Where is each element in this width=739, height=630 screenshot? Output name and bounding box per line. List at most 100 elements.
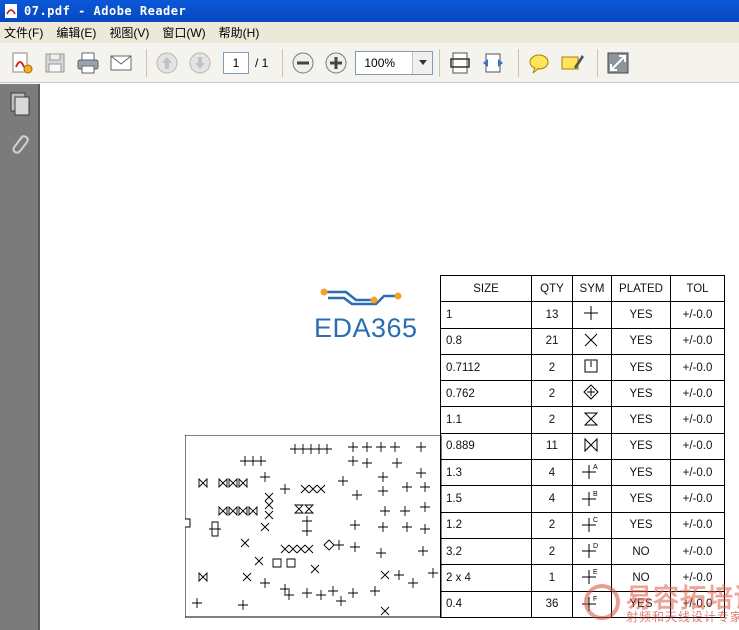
- next-page-button[interactable]: [186, 49, 214, 77]
- navigation-sidebar: [0, 84, 40, 630]
- comment-button[interactable]: [525, 49, 553, 77]
- drill-mark: [300, 484, 310, 494]
- table-row: 0.762 2 YES +/-0.0: [440, 380, 725, 408]
- cell-size: 1: [440, 301, 532, 329]
- menu-edit[interactable]: 编辑(E): [56, 24, 96, 41]
- cell-tol: +/-0.0: [670, 485, 725, 513]
- table-header-row: SIZE QTY SYM PLATED TOL: [440, 274, 725, 303]
- drill-mark: [248, 505, 258, 517]
- drill-mark: [378, 472, 388, 482]
- cell-sym-plus-B-icon: B: [572, 485, 612, 513]
- drill-mark: [296, 544, 306, 554]
- envelope-icon: [110, 55, 132, 70]
- drill-mark: [380, 570, 390, 580]
- zoom-value: 100%: [364, 55, 396, 70]
- drill-mark: [376, 442, 386, 452]
- toolbar-separator: [146, 48, 147, 77]
- drill-mark: [336, 596, 346, 606]
- table-row: 3.2 2 D NO +/-0.0: [440, 537, 725, 566]
- fit-page-icon: [450, 52, 471, 73]
- drill-mark: [260, 578, 270, 588]
- eda365-logo: EDA365: [314, 280, 428, 350]
- drill-mark: [308, 484, 318, 494]
- drill-mark: [316, 484, 326, 494]
- fit-page-button[interactable]: [446, 49, 474, 77]
- drill-mark: [392, 458, 402, 468]
- cell-size: 0.762: [440, 380, 532, 408]
- drill-mark: [242, 572, 252, 582]
- fit-width-icon: [483, 53, 504, 72]
- header-qty: QTY: [531, 274, 573, 303]
- menu-file[interactable]: 文件(F): [4, 24, 43, 41]
- drill-mark: [286, 558, 296, 568]
- drill-mark: [416, 442, 426, 452]
- drill-mark: [310, 564, 320, 574]
- title-bar: 07.pdf - Adobe Reader: [0, 0, 739, 22]
- watermark-subtext: 射频和天线设计专家: [626, 610, 739, 624]
- fit-width-button[interactable]: [479, 49, 507, 77]
- full-screen-button[interactable]: [604, 49, 632, 77]
- menu-help[interactable]: 帮助(H): [219, 24, 260, 41]
- cell-qty: 2: [531, 537, 573, 566]
- cell-plated: YES: [611, 353, 671, 382]
- expand-icon: [607, 52, 629, 73]
- cell-qty: 36: [531, 590, 573, 618]
- cell-sym-plus-D-icon: D: [572, 537, 612, 566]
- print-button[interactable]: [74, 49, 102, 77]
- drill-mark: [302, 526, 312, 536]
- plus-circle-icon: [325, 52, 347, 73]
- highlight-text-button[interactable]: [558, 49, 586, 77]
- drill-mark: [280, 484, 290, 494]
- toolbar-separator: [518, 48, 520, 77]
- cell-sym-plus-A-icon: A: [572, 459, 612, 487]
- drill-mark: [348, 456, 358, 466]
- drill-mark: [302, 516, 312, 526]
- drill-mark: [302, 588, 312, 598]
- table-row: 1.5 4 B YES +/-0.0: [440, 485, 725, 513]
- cell-sym-x-icon: [572, 327, 612, 355]
- create-pdf-button[interactable]: [8, 49, 36, 77]
- zoom-out-button[interactable]: [289, 49, 317, 77]
- cell-size: 1.3: [440, 459, 532, 487]
- cell-size: 0.889: [440, 432, 532, 461]
- drill-mark: [394, 570, 404, 580]
- menu-bar: 文件(F) 编辑(E) 视图(V) 窗口(W) 帮助(H): [0, 22, 739, 43]
- drill-mark: [348, 588, 358, 598]
- cell-plated: YES: [611, 511, 671, 539]
- drill-mark: [264, 492, 274, 502]
- drill-mark: [256, 456, 266, 466]
- attachments-panel-button[interactable]: [0, 124, 40, 164]
- svg-text:A: A: [593, 464, 598, 471]
- toolbar: 1 / 1 100%: [0, 43, 739, 83]
- header-tol: TOL: [670, 274, 725, 303]
- drill-mark: [238, 477, 248, 489]
- email-button[interactable]: [107, 49, 135, 77]
- cell-sym-plus-C-icon: C: [572, 511, 612, 539]
- toolbar-separator: [597, 48, 599, 77]
- drill-mark: [338, 476, 348, 486]
- save-button[interactable]: [41, 49, 69, 77]
- svg-text:C: C: [593, 517, 598, 524]
- page-number-input[interactable]: 1: [223, 51, 249, 74]
- drill-mark: [228, 505, 238, 517]
- cell-qty: 4: [531, 485, 573, 513]
- dropdown-arrow-icon[interactable]: [412, 51, 433, 74]
- drill-mark: [400, 506, 410, 516]
- menu-window[interactable]: 窗口(W): [162, 24, 205, 41]
- pages-panel-button[interactable]: [0, 84, 40, 124]
- drill-mark: [218, 505, 228, 517]
- cell-plated: NO: [611, 537, 671, 566]
- minus-circle-icon: [292, 52, 314, 73]
- previous-page-button[interactable]: [153, 49, 181, 77]
- drill-mark: [218, 477, 228, 489]
- drill-mark: [254, 556, 264, 566]
- table-row: 0.7112 2 YES +/-0.0: [440, 353, 725, 382]
- cell-plated: YES: [611, 485, 671, 513]
- cell-tol: +/-0.0: [670, 511, 725, 539]
- drill-mark: [380, 506, 390, 516]
- drill-mark: [402, 482, 412, 492]
- zoom-in-button[interactable]: [322, 49, 350, 77]
- menu-view[interactable]: 视图(V): [109, 24, 149, 41]
- zoom-select[interactable]: 100%: [355, 50, 434, 75]
- drill-mark: [280, 584, 290, 594]
